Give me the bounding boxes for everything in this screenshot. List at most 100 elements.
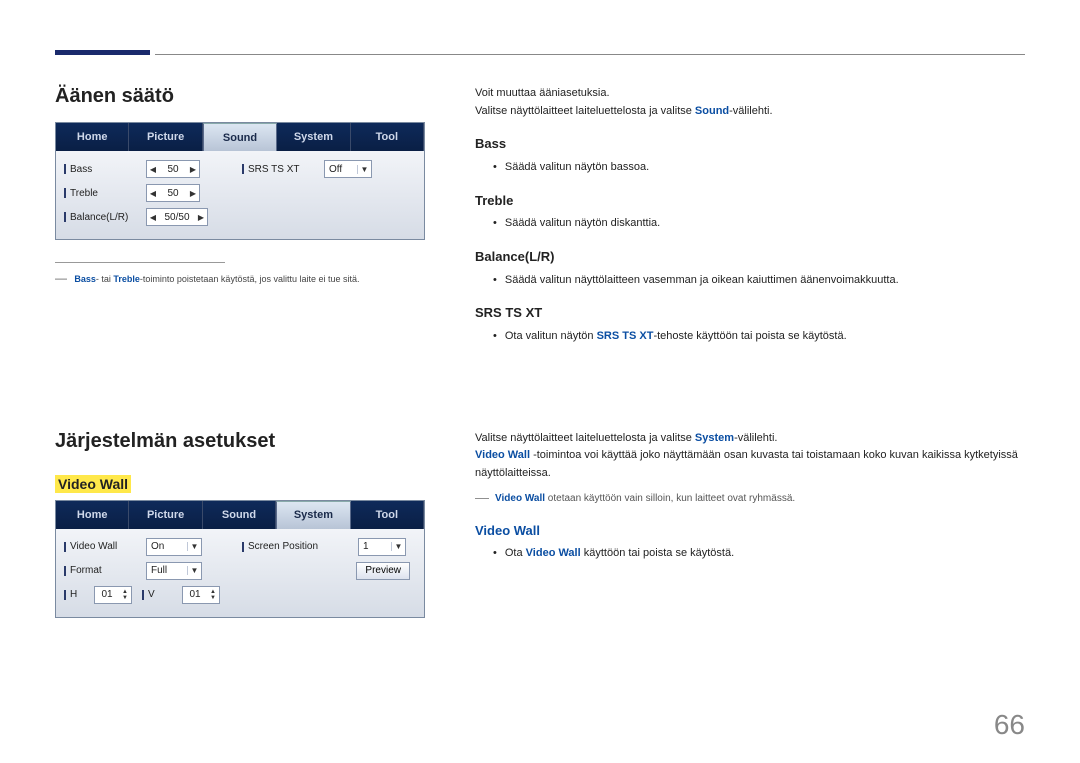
sound-footnote: ― Bass- tai Treble-toiminto poistetaan k… <box>55 271 425 285</box>
tab-system[interactable]: System <box>277 123 350 151</box>
chevron-down-icon[interactable]: ▼ <box>391 542 405 551</box>
note-dash-icon: ― <box>475 491 489 507</box>
footnote-rest: -toiminto poistetaan käytöstä, jos valit… <box>140 274 360 284</box>
bass-subheading: Bass <box>475 134 1025 155</box>
bass-bullet: Säädä valitun näytön bassoa. <box>475 159 1025 177</box>
text: Ota <box>505 547 526 559</box>
text: käyttöön tai poista se käytöstä. <box>581 547 734 559</box>
sound-intro2: Valitse näyttölaitteet laiteluettelosta … <box>475 103 1025 121</box>
bass-label: Bass <box>70 164 92 175</box>
sound-intro1: Voit muuttaa ääniasetuksia. <box>475 85 1025 103</box>
sound-heading: Äänen säätö <box>55 85 425 108</box>
screenposition-dropdown[interactable]: 1▼ <box>358 538 406 556</box>
field-marker-icon <box>242 164 244 174</box>
videowall-subheading: Video Wall <box>475 521 1025 542</box>
tab-picture[interactable]: Picture <box>129 123 202 151</box>
screenposition-label: Screen Position <box>248 541 318 552</box>
chevron-down-icon[interactable]: ▼ <box>187 566 201 575</box>
v-value: 01 <box>183 589 207 600</box>
h-spinner[interactable]: 01▲▼ <box>94 586 132 604</box>
header-accent-bar <box>55 50 150 55</box>
v-label: V <box>148 589 155 600</box>
srs-subheading: SRS TS XT <box>475 303 1025 324</box>
format-dropdown[interactable]: Full▼ <box>146 562 202 580</box>
videowall-note-text: Video Wall <box>495 493 545 504</box>
arrow-left-icon[interactable]: ◀ <box>147 161 159 177</box>
system-note: ― Video Wall otetaan käyttöön vain sillo… <box>475 491 1025 507</box>
arrow-right-icon[interactable]: ▶ <box>187 161 199 177</box>
chevron-down-icon[interactable]: ▼ <box>357 165 371 174</box>
srs-dropdown[interactable]: Off▼ <box>324 160 372 178</box>
format-value: Full <box>151 565 187 576</box>
tab-sound[interactable]: Sound <box>203 123 277 151</box>
field-marker-icon <box>64 212 66 222</box>
sound-tabbar: Home Picture Sound System Tool <box>56 123 424 151</box>
videowall-value: On <box>151 541 187 552</box>
footnote-bass: Bass <box>74 274 96 284</box>
system-heading: Järjestelmän asetukset <box>55 430 425 453</box>
system-link-text: System <box>695 432 734 444</box>
sound-link-text: Sound <box>695 105 729 117</box>
text: Säädä valitun näyttölaitteen vasemman ja… <box>505 272 899 290</box>
screenposition-value: 1 <box>363 541 391 552</box>
tab-tool[interactable]: Tool <box>351 123 424 151</box>
system-panel: Home Picture Sound System Tool Video Wal… <box>55 500 425 618</box>
videowall-dropdown[interactable]: On▼ <box>146 538 202 556</box>
tab-tool[interactable]: Tool <box>351 501 424 529</box>
videowall-highlight: Video Wall <box>55 475 131 493</box>
page-number: 66 <box>994 709 1025 741</box>
videowall-link-text: Video Wall <box>526 547 581 559</box>
text: -tehoste käyttöön tai poista se käytöstä… <box>653 330 846 342</box>
field-marker-icon <box>242 542 244 552</box>
treble-spinner[interactable]: ◀50▶ <box>146 184 200 202</box>
field-marker-icon <box>64 188 66 198</box>
field-marker-icon <box>64 590 66 600</box>
arrow-left-icon[interactable]: ◀ <box>147 209 159 225</box>
text: Valitse näyttölaitteet laiteluettelosta … <box>475 432 695 444</box>
arrow-left-icon[interactable]: ◀ <box>147 185 159 201</box>
chevron-down-icon[interactable]: ▼ <box>187 542 201 551</box>
text: -välilehti. <box>729 105 772 117</box>
srs-label: SRS TS XT <box>248 164 300 175</box>
arrow-right-icon[interactable]: ▶ <box>195 209 207 225</box>
balance-bullet: Säädä valitun näyttölaitteen vasemman ja… <box>475 272 1025 290</box>
text: -toimintoa voi käyttää joko näyttämään o… <box>475 449 1018 479</box>
arrow-right-icon[interactable]: ▶ <box>187 185 199 201</box>
field-marker-icon <box>64 566 66 576</box>
text: Ota valitun näytön <box>505 330 597 342</box>
srs-bullet: Ota valitun näytön SRS TS XT-tehoste käy… <box>475 328 1025 346</box>
tab-system[interactable]: System <box>276 501 350 529</box>
treble-value: 50 <box>159 188 187 199</box>
arrow-up-down-icon[interactable]: ▲▼ <box>119 587 131 603</box>
srs-value: Off <box>329 164 357 175</box>
balance-subheading: Balance(L/R) <box>475 247 1025 268</box>
format-label: Format <box>70 565 102 576</box>
field-marker-icon <box>64 164 66 174</box>
text: otetaan käyttöön vain silloin, kun laitt… <box>545 493 795 504</box>
header-divider <box>155 54 1025 55</box>
bass-spinner[interactable]: ◀50▶ <box>146 160 200 178</box>
footnote-divider <box>55 262 225 263</box>
v-spinner[interactable]: 01▲▼ <box>182 586 220 604</box>
footnote-dash: ― <box>55 271 70 285</box>
tab-home[interactable]: Home <box>56 123 129 151</box>
h-label: H <box>70 589 77 600</box>
field-marker-icon <box>64 542 66 552</box>
arrow-up-down-icon[interactable]: ▲▼ <box>207 587 219 603</box>
balance-spinner[interactable]: ◀50/50▶ <box>146 208 208 226</box>
treble-subheading: Treble <box>475 191 1025 212</box>
srs-link-text: SRS TS XT <box>597 330 654 342</box>
treble-bullet: Säädä valitun näytön diskanttia. <box>475 215 1025 233</box>
tab-picture[interactable]: Picture <box>129 501 202 529</box>
system-intro1: Valitse näyttölaitteet laiteluettelosta … <box>475 430 1025 448</box>
tab-home[interactable]: Home <box>56 501 129 529</box>
footnote-treble: Treble <box>113 274 140 284</box>
tab-sound[interactable]: Sound <box>203 501 276 529</box>
field-marker-icon <box>142 590 144 600</box>
preview-button[interactable]: Preview <box>356 562 410 580</box>
videowall-label: Video Wall <box>70 541 117 552</box>
videowall-bullet: Ota Video Wall käyttöön tai poista se kä… <box>475 545 1025 563</box>
text: Säädä valitun näytön bassoa. <box>505 159 649 177</box>
system-intro2: Video Wall -toimintoa voi käyttää joko n… <box>475 447 1025 482</box>
treble-label: Treble <box>70 188 98 199</box>
